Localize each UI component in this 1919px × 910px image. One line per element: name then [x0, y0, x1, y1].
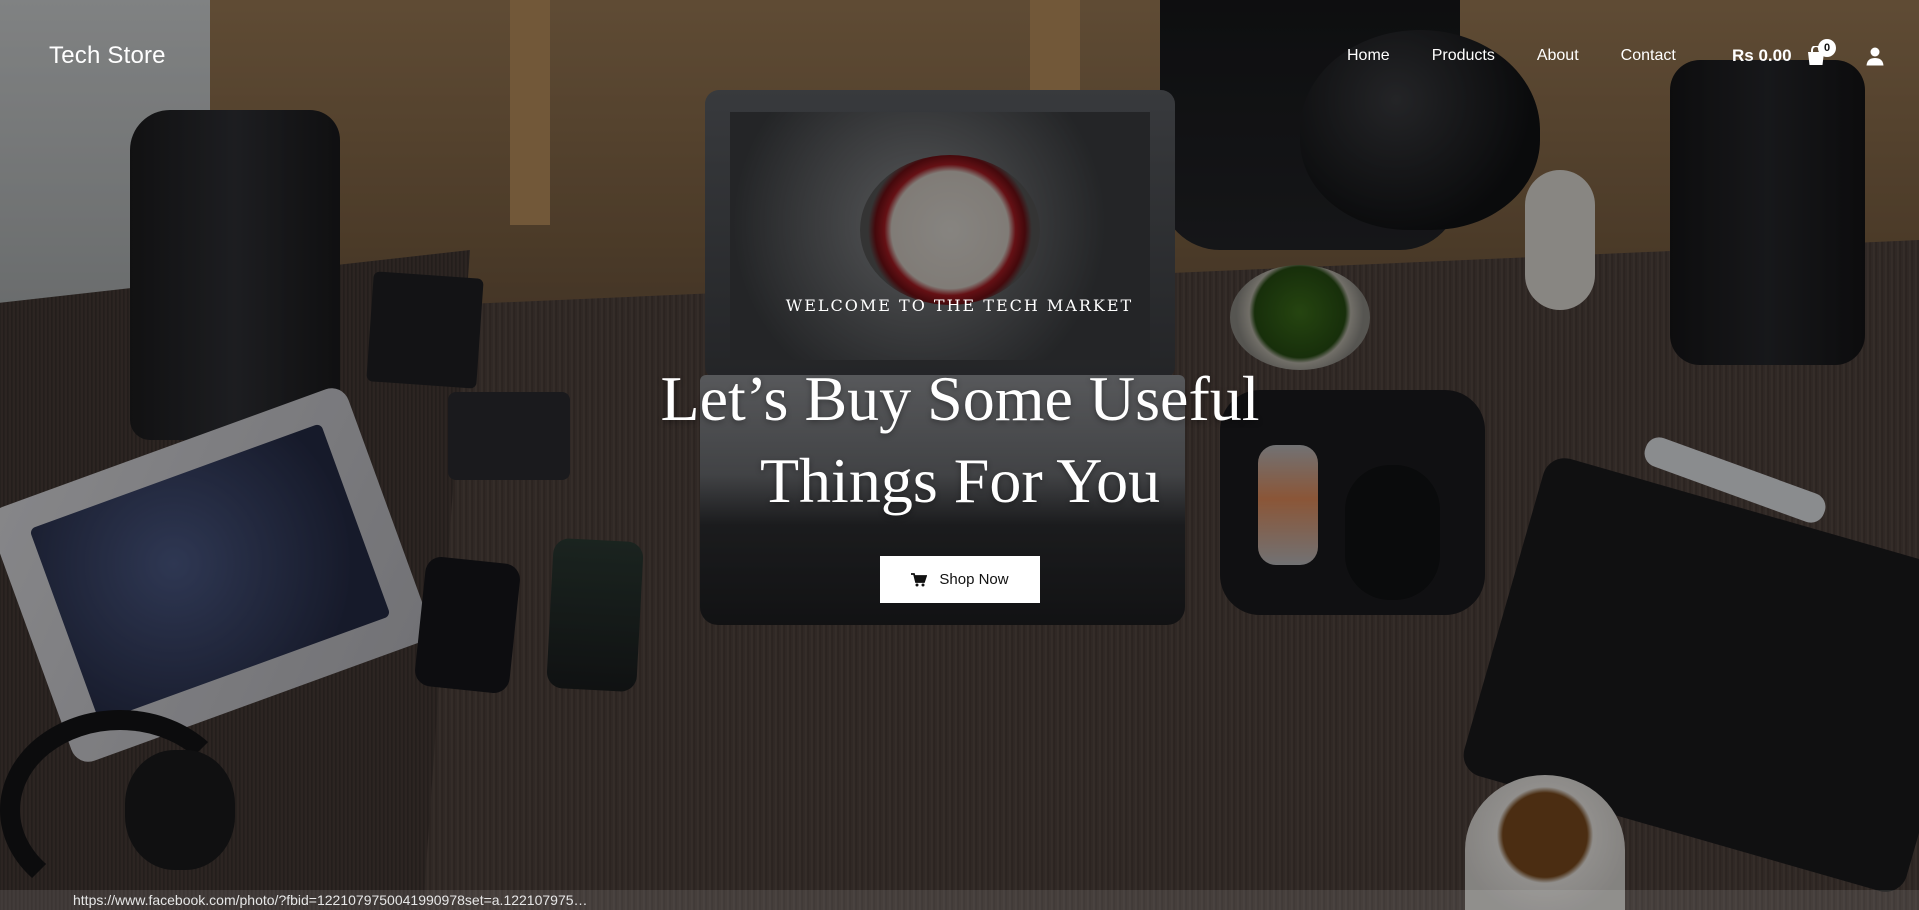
hero-subtitle: WELCOME TO THE TECH MARKET — [785, 296, 1134, 315]
site-header: Tech Store Home Products About Contact R… — [0, 0, 1919, 115]
link-preview-statusbar: https://www.facebook.com/photo/?fbid=122… — [0, 890, 1919, 910]
nav-about[interactable]: About — [1537, 47, 1579, 65]
main-nav: Home Products About Contact — [1347, 47, 1718, 65]
hero-title-line1: Let’s Buy Some Useful — [660, 363, 1260, 434]
hero-title-line2: Things For You — [759, 445, 1161, 516]
shop-now-label: Shop Now — [939, 571, 1009, 588]
cart-icon — [911, 572, 928, 586]
nav-products[interactable]: Products — [1432, 47, 1495, 65]
user-icon[interactable] — [1865, 46, 1885, 66]
hero-title: Let’s Buy Some Useful Things For You — [560, 358, 1360, 522]
hero-section: WELCOME TO THE TECH MARKET Let’s Buy Som… — [0, 0, 1919, 910]
cart-count-badge: 0 — [1818, 39, 1836, 57]
brand-logo-link[interactable]: Tech Store — [49, 42, 166, 70]
status-url-text: https://www.facebook.com/photo/?fbid=122… — [73, 892, 588, 908]
shop-now-button[interactable]: Shop Now — [880, 556, 1040, 603]
nav-home[interactable]: Home — [1347, 47, 1390, 65]
cart-total[interactable]: Rs 0.00 — [1732, 46, 1792, 66]
nav-contact[interactable]: Contact — [1621, 47, 1676, 65]
